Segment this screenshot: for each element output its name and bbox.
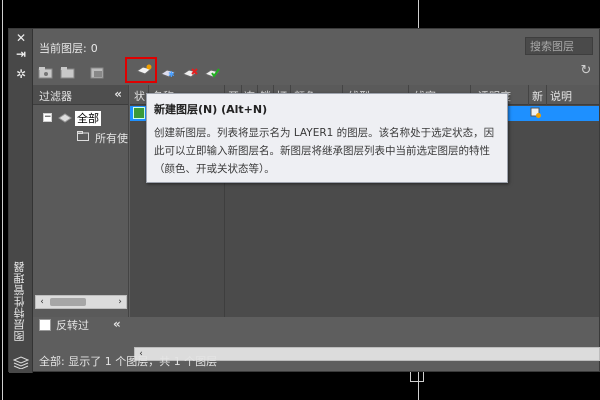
current-layer-label: 当前图层:	[39, 42, 87, 55]
layer-properties-palette: ✕ ⇥ ✲ 图层特性管理器 当前图层: 0 搜索图层 ✱ ↻ 过滤器 « − 全…	[8, 28, 600, 373]
palette-vertical-title: 图层特性管理器	[13, 261, 26, 342]
filter-header: 过滤器 «	[33, 85, 128, 105]
tree-expander-icon[interactable]: −	[43, 113, 52, 122]
scroll-right-icon[interactable]: ›	[114, 296, 126, 308]
col-status[interactable]: 状	[134, 88, 145, 104]
tree-node-label: 全部	[75, 111, 101, 126]
palette-content: 当前图层:0 ✱ ↻	[33, 29, 600, 371]
refresh-icon[interactable]: ↻	[579, 64, 593, 78]
invert-filter-label: 反转过	[56, 319, 89, 332]
layers-stack-icon	[13, 356, 29, 369]
collapse-filter-button[interactable]: «	[114, 87, 122, 101]
current-layer-value: 0	[90, 42, 98, 55]
filter-node-icon	[58, 113, 72, 123]
invert-filter-checkbox[interactable]: 反转过	[39, 317, 89, 335]
delete-layer-icon[interactable]	[181, 65, 199, 81]
tooltip-body: 创建新图层。列表将显示名为 LAYER1 的图层。该名称处于选定状态，因此可以立…	[154, 127, 495, 175]
palette-sidebar: ✕ ⇥ ✲ 图层特性管理器	[9, 29, 33, 373]
col-new-vp-freeze[interactable]: 新	[532, 88, 543, 104]
search-layers-input[interactable]	[525, 37, 593, 55]
scroll-thumb[interactable]	[50, 298, 86, 306]
crosshair-pickbox	[410, 372, 424, 382]
current-layer-check-icon	[133, 107, 145, 119]
new-property-filter-icon[interactable]	[37, 65, 55, 81]
layer-states-manager-icon[interactable]	[89, 65, 107, 81]
current-layer-indicator: 当前图层: 0	[39, 40, 98, 56]
vp-freeze-icon[interactable]	[530, 107, 542, 119]
tree-node-label: 所有使	[95, 132, 128, 145]
set-current-icon[interactable]	[203, 65, 221, 81]
autohide-icon[interactable]: ⇥	[14, 47, 28, 61]
filter-hscrollbar[interactable]: ‹ ›	[35, 295, 127, 309]
collapse-panel-button[interactable]: «	[113, 317, 121, 331]
new-layer-icon[interactable]	[135, 62, 153, 78]
tooltip-title: 新建图层(N) (Alt+N)	[154, 103, 268, 116]
new-group-filter-icon[interactable]	[59, 65, 77, 81]
crosshair-line-left	[2, 0, 3, 400]
col-description[interactable]: 说明	[550, 88, 572, 104]
crosshair-line-right	[418, 0, 419, 28]
filter-header-label: 过滤器	[39, 90, 72, 103]
scroll-left-icon[interactable]: ‹	[36, 296, 48, 308]
close-icon[interactable]: ✕	[14, 31, 28, 45]
status-bar: 全部: 显示了 1 个图层，共 1 个图层	[39, 355, 218, 368]
svg-text:✱: ✱	[168, 70, 175, 79]
properties-gear-icon[interactable]: ✲	[14, 67, 28, 81]
checkbox-box[interactable]	[39, 319, 51, 331]
filter-tree-panel: 过滤器 « − 全部 所有使 ‹ ›	[33, 85, 129, 317]
new-layer-tooltip: 新建图层(N) (Alt+N) 创建新图层。列表将显示名为 LAYER1 的图层…	[146, 93, 508, 183]
new-layer-vp-frozen-icon[interactable]: ✱	[159, 65, 177, 81]
filter-folder-icon	[77, 131, 89, 141]
